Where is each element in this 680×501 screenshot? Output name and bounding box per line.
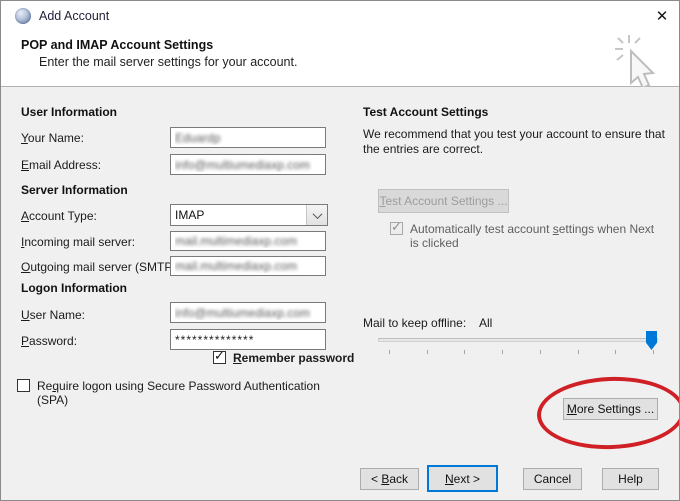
offline-slider-track[interactable] xyxy=(378,338,658,342)
incoming-server-input[interactable] xyxy=(170,231,326,251)
title-bar: Add Account ✕ xyxy=(1,1,679,31)
test-account-settings-button[interactable]: Test Account Settings ... xyxy=(378,189,509,213)
password-input[interactable] xyxy=(170,329,326,350)
checkmark-icon: ✓ xyxy=(391,220,402,233)
slider-tick xyxy=(389,350,390,354)
email-address-input[interactable] xyxy=(170,154,326,175)
chevron-down-icon[interactable] xyxy=(306,205,327,225)
wizard-header: POP and IMAP Account Settings Enter the … xyxy=(1,31,679,87)
slider-tick xyxy=(578,350,579,354)
incoming-server-label: Incoming mail server: xyxy=(21,235,135,249)
outgoing-server-input[interactable] xyxy=(170,256,326,276)
your-name-input[interactable] xyxy=(170,127,326,148)
remember-password-checkbox[interactable]: ✓ xyxy=(213,351,226,364)
logon-information-heading: Logon Information xyxy=(21,281,127,295)
account-type-label: Account Type: xyxy=(21,209,97,223)
offline-slider-thumb[interactable] xyxy=(646,331,657,350)
page-subtitle: Enter the mail server settings for your … xyxy=(39,55,297,69)
remember-password-label[interactable]: Remember password xyxy=(233,351,354,365)
test-description: We recommend that you test your account … xyxy=(363,127,665,157)
checkmark-icon: ✓ xyxy=(214,349,225,362)
more-settings-button[interactable]: More Settings ... xyxy=(563,398,658,420)
slider-tick xyxy=(540,350,541,354)
slider-tick xyxy=(615,350,616,354)
outgoing-server-label: Outgoing mail server (SMTP): xyxy=(21,260,180,274)
mail-offline-label: Mail to keep offline: xyxy=(363,316,466,330)
slider-tick xyxy=(427,350,428,354)
auto-test-label: Automatically test account settings when… xyxy=(410,222,662,250)
user-name-input[interactable] xyxy=(170,302,326,323)
slider-tick xyxy=(653,350,654,354)
auto-test-checkbox[interactable]: ✓ xyxy=(390,222,403,235)
slider-tick xyxy=(502,350,503,354)
close-button[interactable]: ✕ xyxy=(649,4,675,28)
next-button[interactable]: Next > xyxy=(427,465,498,492)
close-icon: ✕ xyxy=(656,7,669,25)
window-title: Add Account xyxy=(39,9,109,23)
test-account-settings-heading: Test Account Settings xyxy=(363,105,488,119)
password-label: Password: xyxy=(21,334,77,348)
app-globe-icon xyxy=(15,8,31,24)
your-name-label: Your Name: xyxy=(21,131,84,145)
remember-password-row: ✓ Remember password xyxy=(213,351,354,365)
spa-checkbox[interactable] xyxy=(17,379,30,392)
account-type-value: IMAP xyxy=(171,208,306,222)
spa-row: Require logon using Secure Password Auth… xyxy=(17,379,349,407)
form-body: User Information Your Name: Email Addres… xyxy=(1,87,679,500)
auto-test-row: ✓ Automatically test account settings wh… xyxy=(390,222,662,250)
cancel-button[interactable]: Cancel xyxy=(523,468,582,490)
account-type-select[interactable]: IMAP xyxy=(170,204,328,226)
slider-tick xyxy=(464,350,465,354)
mail-offline-value: All xyxy=(479,316,492,330)
spa-label[interactable]: Require logon using Secure Password Auth… xyxy=(37,379,349,407)
server-information-heading: Server Information xyxy=(21,183,128,197)
add-account-dialog: Add Account ✕ POP and IMAP Account Setti… xyxy=(0,0,680,501)
help-button[interactable]: Help xyxy=(602,468,659,490)
user-name-label: User Name: xyxy=(21,308,85,322)
page-title: POP and IMAP Account Settings xyxy=(21,38,213,52)
cursor-click-icon xyxy=(609,33,673,89)
email-address-label: Email Address: xyxy=(21,158,101,172)
user-information-heading: User Information xyxy=(21,105,117,119)
back-button[interactable]: < Back xyxy=(360,468,419,490)
